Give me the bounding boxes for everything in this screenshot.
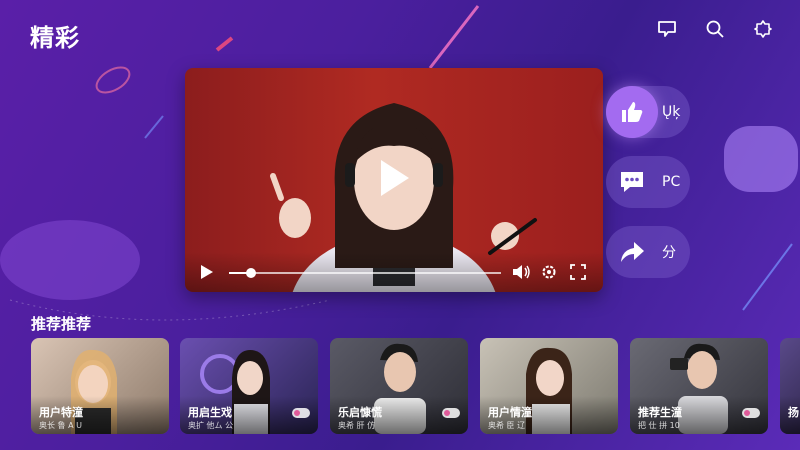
settings-icon[interactable] <box>752 18 774 40</box>
card-subtitle: 奥扩 他ム 公 <box>188 421 234 430</box>
share-icon <box>621 242 644 262</box>
center-play-button[interactable] <box>372 156 416 200</box>
volume-icon[interactable] <box>512 263 532 281</box>
card-subtitle: 把 仕 拼 10 <box>638 421 680 430</box>
section-title: 推荐推荐 <box>31 315 92 333</box>
fullscreen-icon[interactable] <box>569 263 587 281</box>
video-player[interactable] <box>185 68 603 292</box>
toggle-badge <box>742 408 760 418</box>
thumbs-up-icon <box>622 102 643 122</box>
toggle-badge <box>292 408 310 418</box>
seek-bar[interactable] <box>229 268 501 278</box>
search-icon[interactable] <box>704 18 726 40</box>
card-title: 用启生戏 <box>188 406 232 419</box>
like-circle <box>606 86 658 138</box>
video-card[interactable]: 用户情潼 奥希 臣 辽 <box>480 338 618 434</box>
comment-icon <box>621 172 643 192</box>
video-card[interactable]: 用户特潼 奥长 鲁 A U <box>31 338 169 434</box>
card-title: 推荐生潼 <box>638 406 682 419</box>
video-card[interactable]: 推荐生潼 把 仕 拼 10 <box>630 338 768 434</box>
card-subtitle: 奥希 臣 辽 <box>488 421 526 430</box>
card-title: 乐启慷慌 <box>338 406 382 419</box>
play-icon[interactable] <box>199 264 215 280</box>
like-button[interactable]: Ųķ <box>606 86 690 138</box>
settings-gear-icon[interactable] <box>540 263 558 281</box>
app-title: 精彩 <box>30 24 80 52</box>
header-icons <box>656 18 774 40</box>
share-button[interactable]: 分 <box>606 226 690 278</box>
like-label: Ųķ <box>662 104 681 120</box>
card-subtitle: 奥长 鲁 A U <box>39 421 82 430</box>
comment-label: РС <box>662 174 681 190</box>
video-card[interactable]: 用启生戏 奥扩 他ム 公 <box>180 338 318 434</box>
video-card[interactable]: 乐启慷慌 奥希 肝 仿 <box>330 338 468 434</box>
share-label: 分 <box>662 245 676 261</box>
card-title: 用户情潼 <box>488 406 532 419</box>
share-circle <box>606 226 658 278</box>
card-title: 用户特潼 <box>39 406 83 419</box>
cast-icon[interactable] <box>656 18 678 40</box>
comment-circle <box>606 156 658 208</box>
comment-button[interactable]: РС <box>606 156 690 208</box>
toggle-badge <box>442 408 460 418</box>
seek-handle[interactable] <box>245 268 256 278</box>
video-card[interactable]: 扬 <box>780 338 800 434</box>
card-title: 扬 <box>788 406 799 419</box>
card-subtitle: 奥希 肝 仿 <box>338 421 376 430</box>
player-controls <box>185 252 603 292</box>
